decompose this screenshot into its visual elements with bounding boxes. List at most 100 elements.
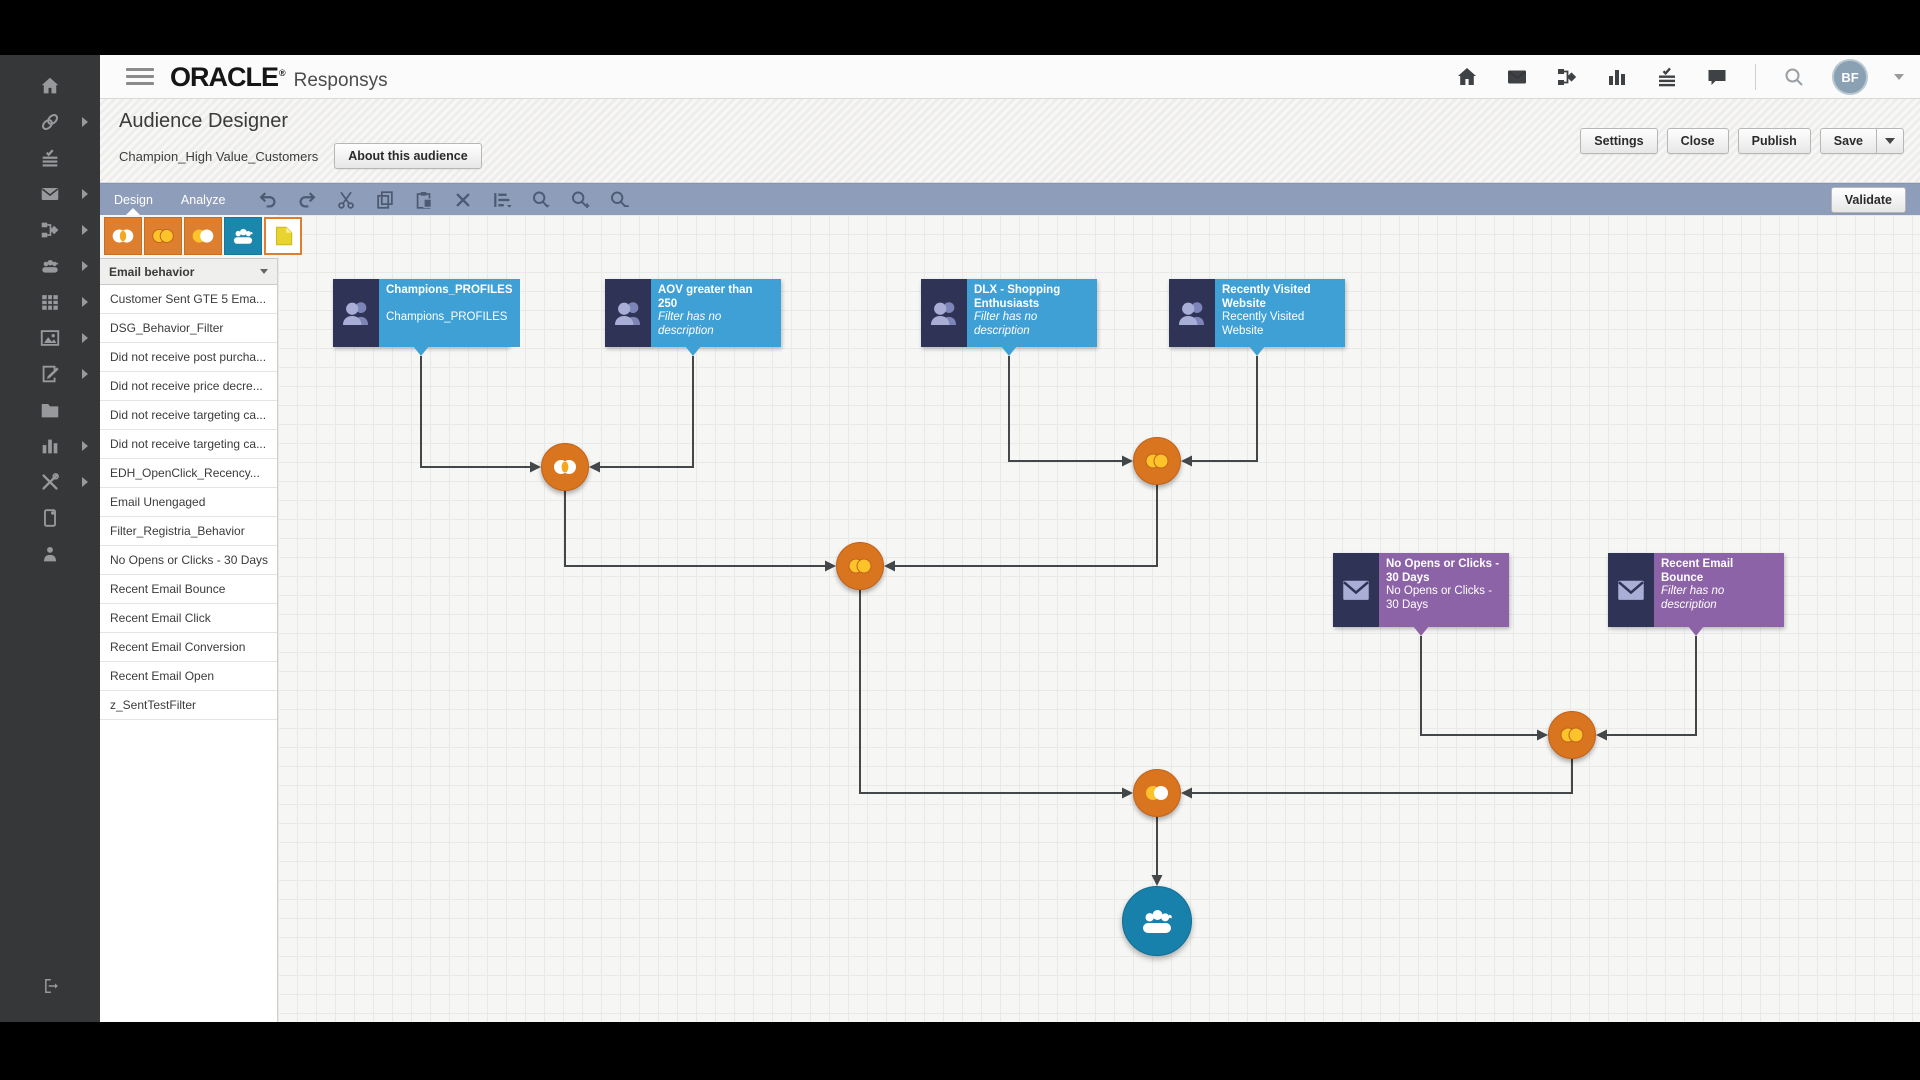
mail-icon xyxy=(39,183,61,205)
filter-list-item[interactable]: Email Unengaged xyxy=(100,488,277,517)
tasks-icon[interactable] xyxy=(1655,65,1679,89)
join-node-union[interactable] xyxy=(836,542,884,590)
zoom-fit-tool-icon[interactable] xyxy=(526,189,556,211)
avatar-caret-down-icon[interactable] xyxy=(1894,74,1904,80)
sidebar-item-link[interactable] xyxy=(0,104,100,140)
filter-node[interactable]: Champions_PROFILESChampions_PROFILES xyxy=(333,279,509,347)
avatar[interactable]: BF xyxy=(1832,59,1868,95)
filter-node-title: Champions_PROFILES xyxy=(386,284,513,311)
brand-logo: ORACLE ® Responsys xyxy=(170,62,388,93)
screen: ORACLE ® Responsys BF Audience Designer … xyxy=(0,0,1920,1080)
filter-node-title: Recently Visited Website xyxy=(1222,284,1338,311)
logout-icon[interactable] xyxy=(0,976,100,996)
people-icon xyxy=(39,255,61,277)
global-header: ORACLE ® Responsys BF xyxy=(100,55,1920,99)
sidebar-item-tools[interactable] xyxy=(0,464,100,500)
close-button[interactable]: Close xyxy=(1667,128,1729,154)
hamburger-menu-icon[interactable] xyxy=(126,68,154,89)
sidebar-item-mail[interactable] xyxy=(0,176,100,212)
audience-canvas[interactable]: Champions_PROFILESChampions_PROFILES AOV … xyxy=(278,215,1920,1022)
sidebar-item-mobile[interactable] xyxy=(0,500,100,536)
node-palette xyxy=(104,217,302,255)
filter-list-item[interactable]: Recent Email Bounce xyxy=(100,575,277,604)
filter-node[interactable]: AOV greater than 250Filter has no descri… xyxy=(605,279,781,347)
sidebar-item-tasks[interactable] xyxy=(0,140,100,176)
about-this-audience-button[interactable]: About this audience xyxy=(334,143,481,169)
cut-tool-icon[interactable] xyxy=(331,189,361,211)
search-icon[interactable] xyxy=(1782,65,1806,89)
join-node-intersect[interactable] xyxy=(541,443,589,491)
sidebar-item-program[interactable] xyxy=(0,212,100,248)
palette-tile-people[interactable] xyxy=(224,217,262,255)
connector-arrowhead xyxy=(884,561,895,572)
mail-icon[interactable] xyxy=(1505,65,1529,89)
palette-tile-note[interactable] xyxy=(264,217,302,255)
chart-icon[interactable] xyxy=(1605,65,1629,89)
filter-list-item[interactable]: z_SentTestFilter xyxy=(100,691,277,720)
home-icon[interactable] xyxy=(1455,65,1479,89)
validate-button[interactable]: Validate xyxy=(1831,187,1906,213)
filter-list-item[interactable]: Recent Email Conversion xyxy=(100,633,277,662)
people-icon xyxy=(1135,901,1179,941)
connector-arrowhead xyxy=(825,561,836,572)
audience-output-node[interactable] xyxy=(1122,886,1192,956)
settings-button[interactable]: Settings xyxy=(1580,128,1657,154)
filter-node-title: AOV greater than 250 xyxy=(658,284,774,311)
sidebar-item-chart[interactable] xyxy=(0,428,100,464)
connector-line xyxy=(1192,356,1257,461)
palette-tile-venn-union[interactable] xyxy=(144,217,182,255)
undo-tool-icon[interactable] xyxy=(253,189,283,211)
join-node-union[interactable] xyxy=(1548,711,1596,759)
header-icon-strip: BF xyxy=(1455,55,1904,99)
envelope-icon xyxy=(1339,573,1373,607)
palette-tile-venn-exclude[interactable] xyxy=(184,217,222,255)
filter-node-description: Recently Visited Website xyxy=(1222,311,1338,338)
toolbar-tab-design[interactable]: Design xyxy=(100,184,167,215)
filter-list-item[interactable]: Customer Sent GTE 5 Ema... xyxy=(100,285,277,314)
filter-list-item[interactable]: Filter_Registria_Behavior xyxy=(100,517,277,546)
filter-list-item[interactable]: Did not receive post purcha... xyxy=(100,343,277,372)
filter-list-item[interactable]: Did not receive price decre... xyxy=(100,372,277,401)
expand-arrow-icon xyxy=(82,189,88,199)
join-node-exclude[interactable] xyxy=(1133,769,1181,817)
delete-tool-icon[interactable] xyxy=(448,189,478,211)
palette-tile-venn-intersect[interactable] xyxy=(104,217,142,255)
save-button[interactable]: Save xyxy=(1820,128,1877,154)
program-icon[interactable] xyxy=(1555,65,1579,89)
filter-node[interactable]: No Opens or Clicks - 30 DaysNo Opens or … xyxy=(1333,553,1509,627)
product-name: Responsys xyxy=(294,70,388,92)
sidebar-item-grid[interactable] xyxy=(0,284,100,320)
filter-node[interactable]: Recent Email BounceFilter has no descrip… xyxy=(1608,553,1784,627)
paste-tool-icon[interactable] xyxy=(409,189,439,211)
sidebar-item-folder[interactable] xyxy=(0,392,100,428)
filter-list-item[interactable]: EDH_OpenClick_Recency... xyxy=(100,459,277,488)
filter-list-item[interactable]: Did not receive targeting ca... xyxy=(100,430,277,459)
sidebar-item-form[interactable] xyxy=(0,356,100,392)
copy-tool-icon[interactable] xyxy=(370,189,400,211)
zoom-in-tool-icon[interactable] xyxy=(565,189,595,211)
join-node-union[interactable] xyxy=(1133,437,1181,485)
sidebar-item-people[interactable] xyxy=(0,248,100,284)
arrange-tool-icon[interactable] xyxy=(487,189,517,211)
chat-icon[interactable] xyxy=(1705,65,1729,89)
sidebar-item-home[interactable] xyxy=(0,68,100,104)
sidebar-item-person[interactable] xyxy=(0,536,100,572)
person-icon xyxy=(39,543,61,565)
filter-list-item[interactable]: No Opens or Clicks - 30 Days xyxy=(100,546,277,575)
filter-list-item[interactable]: DSG_Behavior_Filter xyxy=(100,314,277,343)
toolbar-tab-analyze[interactable]: Analyze xyxy=(167,184,239,215)
publish-button[interactable]: Publish xyxy=(1738,128,1811,154)
filter-list-item[interactable]: Recent Email Open xyxy=(100,662,277,691)
filter-list-item[interactable]: Did not receive targeting ca... xyxy=(100,401,277,430)
filter-node-title: No Opens or Clicks - 30 Days xyxy=(1386,558,1502,585)
save-dropdown-caret[interactable] xyxy=(1877,128,1904,154)
zoom-out-tool-icon[interactable] xyxy=(604,189,634,211)
redo-tool-icon[interactable] xyxy=(292,189,322,211)
sidebar-item-image[interactable] xyxy=(0,320,100,356)
filter-category-dropdown[interactable]: Email behavior xyxy=(100,258,277,285)
filter-node[interactable]: DLX - Shopping EnthusiastsFilter has no … xyxy=(921,279,1097,347)
filter-list-item[interactable]: Recent Email Click xyxy=(100,604,277,633)
filter-node[interactable]: Recently Visited WebsiteRecently Visited… xyxy=(1169,279,1345,347)
filter-category-label: Email behavior xyxy=(109,265,194,279)
profiles-icon xyxy=(927,296,961,330)
